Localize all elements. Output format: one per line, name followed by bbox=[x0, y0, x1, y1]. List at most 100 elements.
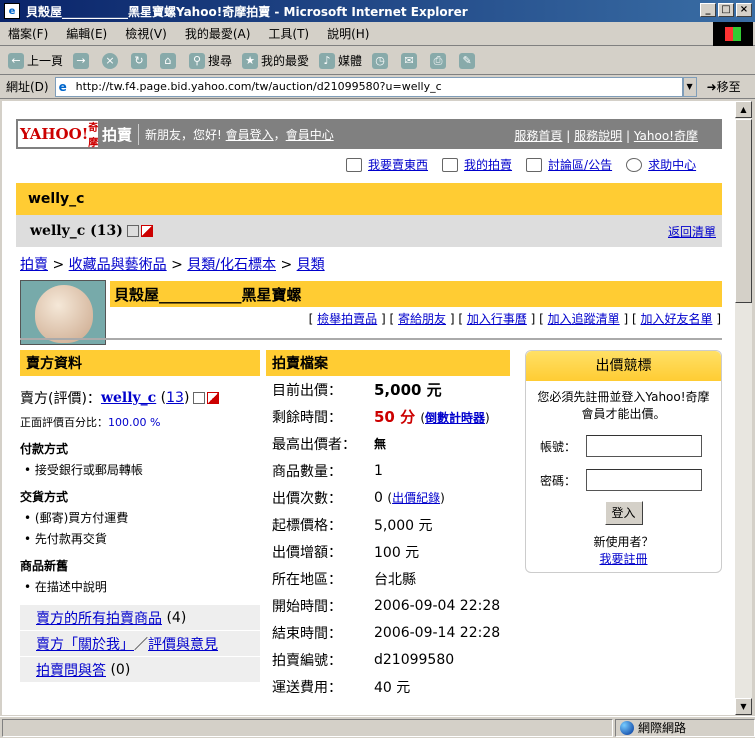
favorites-button[interactable]: ★ 我的最愛 bbox=[242, 52, 309, 69]
forum-icon bbox=[526, 157, 543, 172]
auction-row: 出價增額： 100 元 bbox=[272, 544, 420, 561]
divider bbox=[20, 338, 722, 340]
seller-info-heading: 賣方資料 bbox=[20, 350, 260, 376]
menu-bar: 檔案(F) 編輯(E) 檢視(V) 我的最愛(A) 工具(T) 說明(H) bbox=[0, 22, 755, 46]
menu-edit[interactable]: 編輯(E) bbox=[66, 25, 107, 42]
search-button[interactable]: ⚲ 搜尋 bbox=[189, 52, 232, 69]
stop-button[interactable]: × bbox=[102, 52, 121, 69]
countdown-link[interactable]: 倒數計時器 bbox=[425, 411, 485, 425]
login-button[interactable]: 登入 bbox=[604, 501, 643, 525]
my-auction-link[interactable]: 我的拍賣 bbox=[464, 156, 512, 173]
vertical-scrollbar[interactable]: ▲ ▼ bbox=[735, 101, 752, 715]
history-icon: ◷ bbox=[372, 52, 389, 69]
help-link[interactable]: 求助中心 bbox=[648, 156, 696, 173]
shipping-item: (郵寄)買方付運費 bbox=[20, 509, 260, 526]
favorites-icon: ★ bbox=[242, 52, 259, 69]
refresh-button[interactable]: ↻ bbox=[131, 52, 150, 69]
service-help-link[interactable]: 服務說明 bbox=[574, 129, 622, 143]
menu-file[interactable]: 檔案(F) bbox=[8, 25, 48, 42]
password-input[interactable] bbox=[586, 469, 702, 491]
bid-box-title: 出價競標 bbox=[526, 351, 721, 381]
mail-button[interactable]: ✉ bbox=[401, 52, 420, 69]
help-icon bbox=[626, 157, 643, 172]
back-to-list-link[interactable]: 返回清單 bbox=[668, 223, 716, 240]
breadcrumb-shells-fossils[interactable]: 貝類/化石標本 bbox=[187, 257, 276, 273]
account-input[interactable] bbox=[586, 435, 702, 457]
report-link[interactable]: 檢舉拍賣品 bbox=[317, 312, 377, 326]
all-items-link[interactable]: 賣方的所有拍賣商品 bbox=[36, 608, 162, 628]
yahoo-home-link[interactable]: Yahoo!奇摩 bbox=[634, 129, 698, 143]
menu-help[interactable]: 說明(H) bbox=[327, 25, 369, 42]
breadcrumb: 拍賣 > 收藏品與藝術品 > 貝類/化石標本 > 貝類 bbox=[20, 257, 325, 273]
payment-item: 接受銀行或郵局轉帳 bbox=[20, 461, 260, 478]
scroll-down-icon[interactable]: ▼ bbox=[735, 698, 752, 715]
auction-row: 開始時間： 2006-09-04 22:28 bbox=[272, 597, 501, 615]
account-label: 帳號： bbox=[540, 439, 577, 454]
item-photo[interactable] bbox=[20, 280, 106, 345]
history-button[interactable]: ◷ bbox=[372, 52, 391, 69]
scroll-thumb[interactable] bbox=[735, 119, 752, 303]
seller-score-link[interactable]: 13 bbox=[166, 390, 184, 406]
auction-row: 起標價格： 5,000 元 bbox=[272, 517, 433, 534]
address-dropdown-icon[interactable]: ▼ bbox=[682, 76, 697, 97]
qa-link[interactable]: 拍賣問與答 bbox=[36, 660, 106, 680]
top-links: 我要賣東西 我的拍賣 討論區/公告 求助中心 bbox=[346, 156, 696, 173]
menu-favorites[interactable]: 我的最愛(A) bbox=[185, 25, 251, 42]
bid-history-link[interactable]: 出價紀錄 bbox=[392, 491, 440, 505]
feedback-icon bbox=[126, 225, 139, 237]
close-button[interactable]: × bbox=[736, 3, 752, 17]
address-input[interactable]: http://tw.f4.page.bid.yahoo.com/tw/aucti… bbox=[54, 76, 683, 97]
auction-row: 出價次數： 0 (出價紀錄) bbox=[272, 490, 445, 507]
add-friend-link[interactable]: 加入好友名單 bbox=[640, 312, 712, 326]
about-me-link[interactable]: 賣方「關於我」 bbox=[36, 634, 134, 654]
home-button[interactable]: ⌂ bbox=[160, 52, 179, 69]
address-label: 網址(D) bbox=[6, 80, 49, 94]
my-auction-icon bbox=[442, 157, 459, 172]
password-label: 密碼： bbox=[540, 473, 577, 488]
menu-view[interactable]: 檢視(V) bbox=[125, 25, 167, 42]
scroll-up-icon[interactable]: ▲ bbox=[735, 101, 752, 118]
breadcrumb-shells[interactable]: 貝類 bbox=[297, 257, 325, 273]
seller-links-box: 賣方的所有拍賣商品 (4) 賣方「關於我」／評價與意見 拍賣問與答 (0) bbox=[20, 605, 260, 683]
edit-button[interactable]: ✎ bbox=[459, 52, 478, 69]
forward-button[interactable]: → bbox=[73, 52, 92, 69]
auction-row: 最高出價者：無 bbox=[272, 436, 387, 453]
add-watchlist-link[interactable]: 加入追蹤清單 bbox=[548, 312, 620, 326]
sell-link[interactable]: 我要賣東西 bbox=[368, 156, 428, 173]
print-button[interactable]: ⎙ bbox=[430, 52, 449, 69]
go-button[interactable]: ➜移至 bbox=[707, 78, 741, 95]
breadcrumb-auction[interactable]: 拍賣 bbox=[20, 257, 48, 273]
media-icon: ♪ bbox=[319, 52, 336, 69]
register-link[interactable]: 我要註冊 bbox=[599, 552, 647, 566]
menu-tools[interactable]: 工具(T) bbox=[268, 25, 309, 42]
maximize-button[interactable]: □ bbox=[718, 3, 734, 17]
member-center-link[interactable]: 會員中心 bbox=[286, 128, 334, 142]
media-button[interactable]: ♪ 媒體 bbox=[319, 52, 362, 69]
send-friend-link[interactable]: 寄給朋友 bbox=[398, 312, 446, 326]
print-icon: ⎙ bbox=[430, 52, 447, 69]
yahoo-header: YAHOO! 奇摩 拍賣 新朋友，您好! 會員登入，會員中心 服務首頁 | 服務說… bbox=[16, 119, 722, 149]
forum-link[interactable]: 討論區/公告 bbox=[548, 156, 612, 173]
feedback-link[interactable]: 評價與意見 bbox=[148, 634, 218, 654]
payment-heading: 付款方式 bbox=[20, 442, 69, 456]
minimize-button[interactable]: _ bbox=[700, 3, 716, 17]
site-name[interactable]: 拍賣 bbox=[102, 123, 140, 145]
page-content: YAHOO! 奇摩 拍賣 新朋友，您好! 會員登入，會員中心 服務首頁 | 服務說… bbox=[2, 101, 735, 715]
back-button[interactable]: ← 上一頁 bbox=[8, 52, 63, 69]
bid-box: 出價競標 您必須先註冊並登入Yahoo!奇摩 會員才能出價。 帳號： 密碼： 登入… bbox=[525, 350, 722, 573]
auction-row: 剩餘時間： 50 分 (倒數計時器) bbox=[272, 408, 490, 426]
toolbar: ← 上一頁 → × ↻ ⌂ ⚲ 搜尋 ★ 我的最愛 ♪ 媒體 ◷ ✉ ⎙ ✎ bbox=[0, 47, 755, 75]
breadcrumb-collectibles[interactable]: 收藏品與藝術品 bbox=[69, 257, 167, 273]
login-link[interactable]: 會員登入 bbox=[226, 128, 274, 142]
service-home-link[interactable]: 服務首頁 bbox=[514, 129, 562, 143]
shipping-item: 先付款再交貨 bbox=[20, 530, 260, 547]
seller-line: 賣方(評價)： welly_c (13) bbox=[20, 388, 260, 408]
zone-indicator: 網際網路 bbox=[615, 718, 755, 737]
yahoo-logo[interactable]: YAHOO! 奇摩 bbox=[18, 121, 98, 149]
refresh-icon: ↻ bbox=[131, 52, 148, 69]
edit-icon: ✎ bbox=[459, 52, 476, 69]
add-calendar-link[interactable]: 加入行事曆 bbox=[467, 312, 527, 326]
seller-name-link[interactable]: welly_c bbox=[101, 390, 156, 406]
verified-icon bbox=[140, 225, 153, 237]
feedback-icon bbox=[193, 392, 206, 404]
